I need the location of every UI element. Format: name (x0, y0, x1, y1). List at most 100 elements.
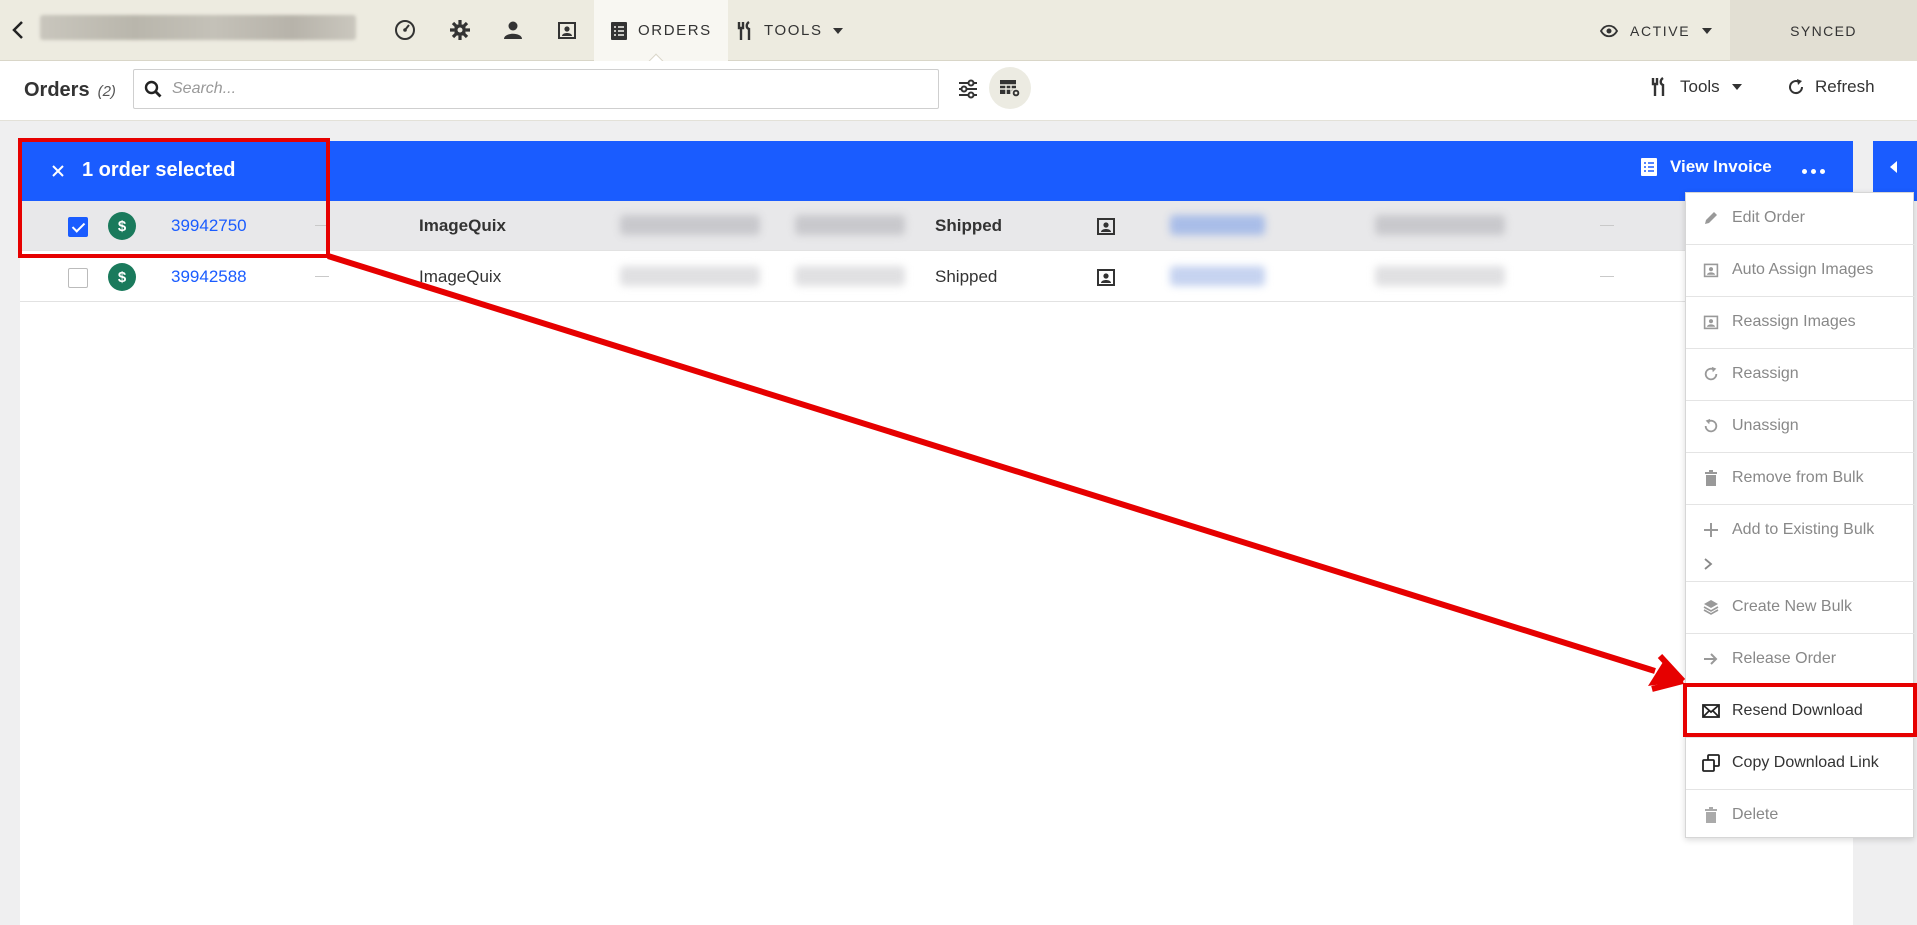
images-icon (1095, 266, 1117, 288)
menu-item-label: Edit Order (1732, 209, 1805, 226)
redacted-cell (795, 215, 905, 235)
back-button[interactable] (6, 18, 30, 42)
actions-menu: Edit Order Auto Assign Images Reassign I… (1685, 192, 1915, 839)
plus-icon (1702, 521, 1720, 539)
redacted-cell (620, 215, 760, 235)
order-id-link[interactable]: 39942588 (171, 267, 247, 287)
images-icon (1095, 215, 1117, 237)
page-title: Orders (2) (24, 79, 116, 102)
menu-item-label: Reassign Images (1732, 313, 1856, 330)
copy-icon (1702, 754, 1720, 772)
tools-dropdown-label: Tools (1680, 77, 1720, 96)
menu-item-label: Create New Bulk (1732, 598, 1853, 615)
redacted-cell (620, 266, 760, 286)
menu-item-label: Copy Download Link (1732, 754, 1879, 771)
trash-icon (1702, 469, 1720, 487)
filter-button[interactable] (953, 74, 983, 104)
images-nav-button[interactable] (554, 17, 580, 43)
trash-icon (1702, 806, 1720, 824)
menu-item-delete[interactable]: Delete (1686, 790, 1915, 839)
tab-orders-label: ORDERS (638, 22, 712, 39)
sync-status: SYNCED (1730, 0, 1917, 61)
menu-item-label: Auto Assign Images (1732, 261, 1874, 278)
dashboard-gauge-icon (395, 20, 415, 40)
tab-orders[interactable]: ORDERS (594, 0, 728, 61)
annotation-highlight-resend-download (1683, 683, 1917, 737)
more-dots-icon (1801, 168, 1807, 174)
tab-tools-label: TOOLS (764, 22, 823, 39)
dashboard-nav-button[interactable] (392, 17, 418, 43)
menu-item-label: Remove from Bulk (1732, 469, 1864, 486)
redacted-cell (1170, 215, 1265, 235)
active-status-label: ACTIVE (1630, 22, 1691, 39)
redacted-cell (795, 266, 905, 286)
tools-dropdown[interactable]: Tools (1650, 77, 1742, 97)
caret-down-icon (832, 27, 843, 34)
view-invoice-label: View Invoice (1670, 157, 1772, 176)
users-nav-button[interactable] (500, 17, 526, 43)
top-nav-bar: ORDERS TOOLS ACTIVE SYNCED (0, 0, 1917, 71)
redacted-cell (1375, 215, 1505, 235)
annotation-highlight-selection (18, 138, 330, 258)
redacted-cell (1170, 266, 1265, 286)
sliders-icon (959, 79, 977, 99)
table-settings-icon (1000, 80, 1021, 98)
search-input[interactable] (172, 80, 932, 98)
sync-status-label: SYNCED (1790, 22, 1857, 39)
orders-toolbar: Orders (2) Tools Refresh (0, 61, 1917, 121)
menu-item-release-order[interactable]: Release Order (1686, 634, 1915, 686)
menu-item-unassign[interactable]: Unassign (1686, 401, 1915, 453)
tools-icon (737, 20, 751, 40)
menu-item-label: Unassign (1732, 417, 1799, 434)
order-source: ImageQuix (419, 267, 502, 286)
image-icon (1702, 261, 1720, 279)
caret-down-icon (1731, 84, 1742, 90)
caret-down-icon (1702, 27, 1713, 34)
empty-cell-dash (315, 276, 329, 277)
search-icon (144, 80, 162, 98)
more-actions-button[interactable] (1798, 159, 1828, 183)
refresh-button[interactable]: Refresh (1787, 77, 1875, 97)
tab-tools[interactable]: TOOLS (720, 0, 859, 61)
menu-item-create-new-bulk[interactable]: Create New Bulk (1686, 582, 1915, 634)
undo-icon (1702, 417, 1720, 435)
order-count: (2) (97, 83, 116, 100)
chevron-right-icon (1703, 557, 1713, 576)
invoice-icon (1641, 158, 1657, 176)
portrait-image-icon (558, 22, 576, 39)
menu-item-add-to-existing-bulk[interactable]: Add to Existing Bulk (1686, 505, 1915, 582)
payment-status-icon: $ (108, 263, 136, 291)
redacted-cell (1375, 266, 1505, 286)
tools-icon (1651, 77, 1665, 96)
row-checkbox[interactable] (68, 268, 88, 288)
caret-left-icon (1890, 161, 1897, 173)
menu-item-label: Release Order (1732, 650, 1837, 667)
menu-item-auto-assign-images[interactable]: Auto Assign Images (1686, 245, 1915, 297)
organization-name-redacted (40, 15, 356, 40)
pencil-icon (1702, 209, 1720, 227)
menu-item-reassign-images[interactable]: Reassign Images (1686, 297, 1915, 349)
image-icon (1702, 313, 1720, 331)
menu-item-edit-order[interactable]: Edit Order (1686, 193, 1915, 245)
active-status-dropdown[interactable]: ACTIVE (1600, 0, 1713, 61)
page-title-text: Orders (24, 79, 90, 101)
menu-item-label: Reassign (1732, 365, 1799, 382)
table-settings-button[interactable] (989, 67, 1031, 109)
table-row[interactable]: $ 39942588 ImageQuix Shipped (20, 252, 1853, 302)
search-field[interactable] (133, 69, 939, 109)
order-source: ImageQuix (419, 216, 506, 235)
menu-item-copy-download-link[interactable]: Copy Download Link (1686, 738, 1915, 790)
empty-cell-dash (1600, 276, 1614, 277)
menu-item-remove-from-bulk[interactable]: Remove from Bulk (1686, 453, 1915, 505)
arrow-right-icon (1702, 650, 1720, 668)
menu-item-reassign[interactable]: Reassign (1686, 349, 1915, 401)
redo-icon (1702, 365, 1720, 383)
more-dots-icon-dot (1819, 168, 1825, 174)
order-status: Shipped (935, 216, 1003, 235)
chevron-left-icon (12, 21, 23, 39)
menu-item-label: Add to Existing Bulk (1732, 521, 1875, 538)
settings-nav-button[interactable] (447, 17, 473, 43)
order-status: Shipped (935, 267, 998, 286)
view-invoice-button[interactable]: View Invoice (1640, 157, 1772, 177)
more-dots-icon-dot (1810, 168, 1816, 174)
